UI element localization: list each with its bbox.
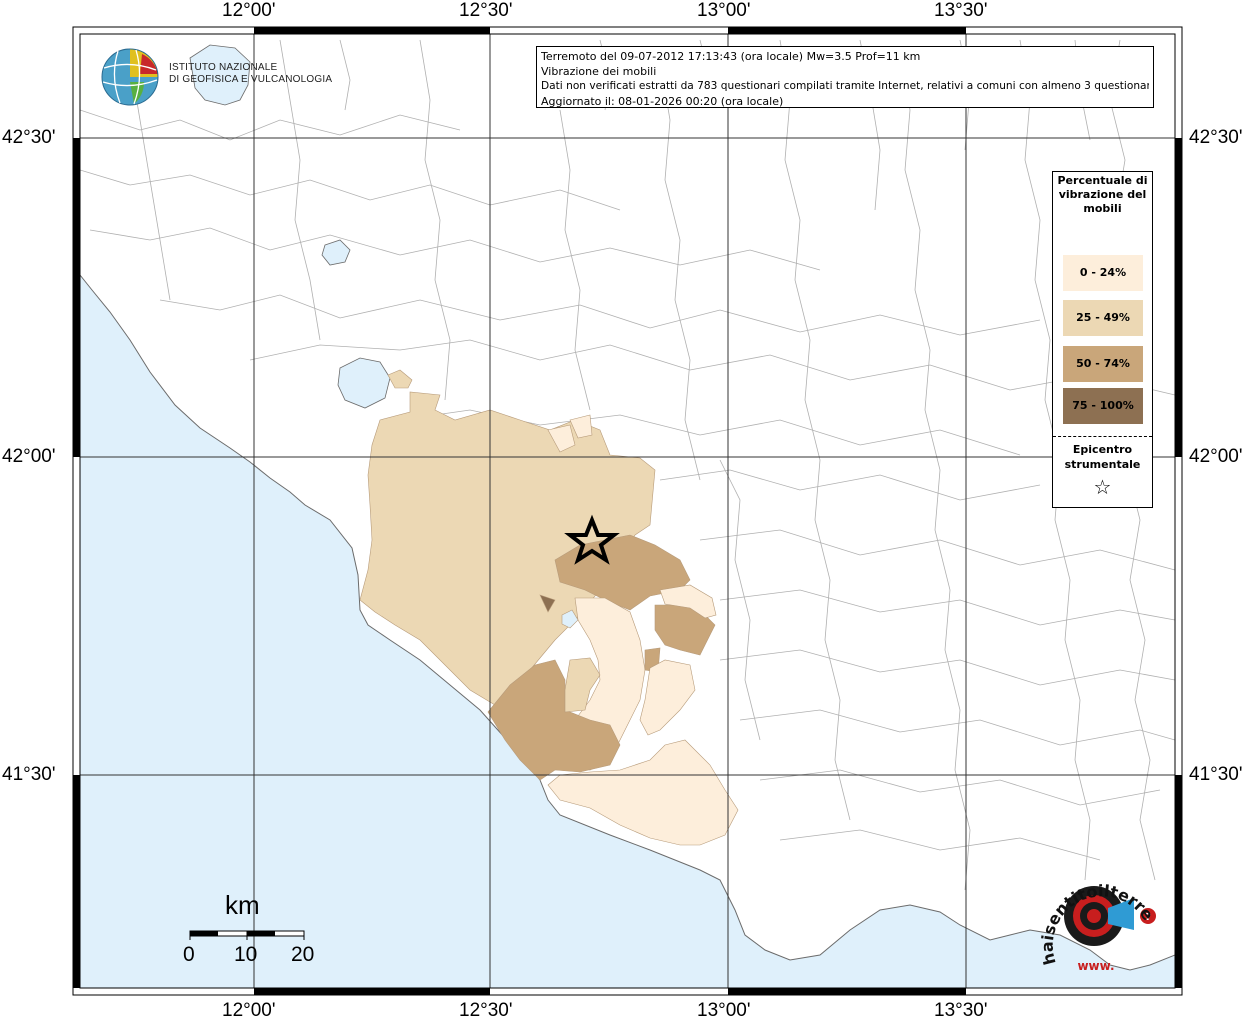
- map-body: [80, 34, 1175, 988]
- badge-url: www.: [1077, 959, 1114, 973]
- lat-tick-left-1: 42°30': [2, 127, 56, 148]
- legend-class-50-74: 50 - 74%: [1063, 346, 1143, 382]
- lat-tick-right-3: 41°30': [1189, 764, 1243, 785]
- lon-tick-bottom-4: 13°30': [934, 1000, 988, 1021]
- event-info-line3: Dati non verificati estratti da 783 ques…: [541, 80, 1149, 92]
- ingv-name: ISTITUTO NAZIONALE DI GEOFISICA E VULCAN…: [169, 62, 332, 86]
- lon-tick-top-2: 12°30': [459, 0, 513, 21]
- legend-class-75-100: 75 - 100%: [1063, 388, 1143, 424]
- scale-label-0: 0: [183, 943, 195, 966]
- ingv-name-line1: ISTITUTO NAZIONALE: [169, 62, 278, 73]
- ingv-name-line2: DI GEOFISICA E VULCANOLOGIA: [169, 74, 333, 85]
- event-info-line2: Vibrazione dei mobili: [541, 65, 657, 78]
- scale-unit: km: [225, 890, 260, 920]
- lon-tick-bottom-2: 12°30': [459, 1000, 513, 1021]
- event-info-box: Terremoto del 09-07-2012 17:13:43 (ora l…: [536, 46, 1154, 108]
- legend-separator: [1053, 436, 1152, 437]
- legend-star-icon: ☆: [1093, 475, 1112, 499]
- lat-tick-left-3: 41°30': [2, 764, 56, 785]
- lon-tick-bottom-1: 12°00': [222, 1000, 276, 1021]
- legend-class-0-24: 0 - 24%: [1063, 255, 1143, 291]
- legend: Percentuale di vibrazione del mobili 0 -…: [1052, 171, 1153, 508]
- scale-label-10: 10: [234, 943, 258, 966]
- event-info-line4: Aggiornato il: 08-01-2026 00:20 (ora loc…: [541, 95, 784, 108]
- lon-tick-top-1: 12°00': [222, 0, 276, 21]
- lat-tick-right-2: 42°00': [1189, 446, 1243, 467]
- legend-class-25-49: 25 - 49%: [1063, 300, 1143, 336]
- lon-tick-top-3: 13°00': [697, 0, 751, 21]
- lon-tick-bottom-3: 13°00': [697, 1000, 751, 1021]
- lon-tick-top-4: 13°30': [934, 0, 988, 21]
- event-info-line1: Terremoto del 09-07-2012 17:13:43 (ora l…: [541, 50, 921, 63]
- legend-title: Percentuale di vibrazione del mobili: [1057, 174, 1148, 215]
- legend-epicenter-label: Epicentro strumentale: [1064, 443, 1141, 471]
- lat-tick-left-2: 42°00': [2, 446, 56, 467]
- haisentito-badge: ? haisentitoilterremoto.it www.: [1036, 868, 1158, 973]
- scale-label-20: 20: [291, 943, 315, 966]
- lat-tick-right-1: 42°30': [1189, 127, 1243, 148]
